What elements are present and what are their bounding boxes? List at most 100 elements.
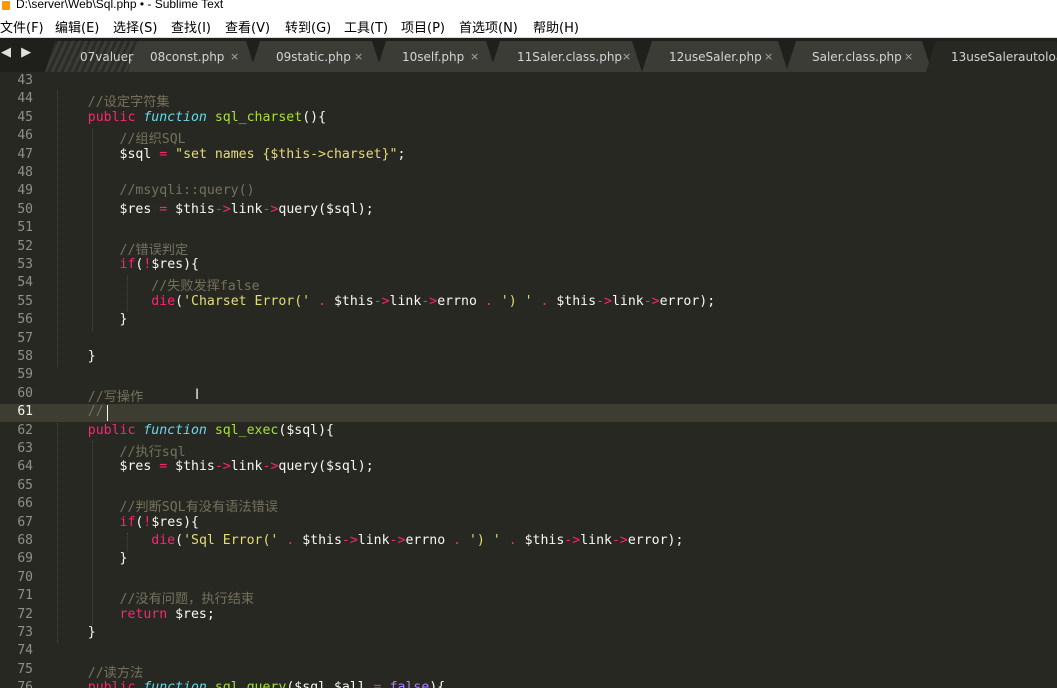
menu-goto[interactable]: 转到(G) <box>285 17 331 36</box>
code-line[interactable]: die('Sql Error(' . $this->link->errno . … <box>56 533 683 551</box>
line-number: 72 <box>17 606 33 622</box>
tab-10self[interactable]: 10self.php × <box>376 41 496 72</box>
code-line[interactable]: //读方法 <box>56 662 143 681</box>
menu-help[interactable]: 帮助(H) <box>533 17 579 36</box>
code-line[interactable]: //组织SQL <box>56 128 186 147</box>
code-token: public <box>87 109 136 125</box>
code-token: 'Sql Error(' <box>183 533 279 548</box>
tab-close-icon[interactable]: × <box>622 50 631 63</box>
tab-12usesaler[interactable]: 12useSaler.php × <box>642 41 788 72</box>
code-token: 'Charset Error(' <box>183 293 311 309</box>
code-token: = <box>373 680 382 688</box>
code-token: -> <box>421 293 438 309</box>
code-line[interactable]: //失败发挥false <box>56 275 259 294</box>
tab-09static[interactable]: 09static.php × <box>250 41 382 72</box>
code-line[interactable]: return $res; <box>56 607 215 625</box>
code-line[interactable]: //判断SQL有没有语法错误 <box>56 496 278 515</box>
tab-label: 13useSalerautoload <box>951 50 1056 64</box>
tab-label: 07valuep <box>80 50 136 64</box>
code-editor[interactable]: 43 44 //设定字符集 45 public function sql_chars… <box>0 72 1057 688</box>
menu-file[interactable]: 文件(F) <box>0 17 44 36</box>
tab-label: 11Saler.class.php <box>517 50 623 64</box>
code-line[interactable]: public function sql_query($sql,$all = fa… <box>56 680 445 688</box>
code-line[interactable]: //没有问题，执行结束 <box>56 588 255 607</box>
menu-find[interactable]: 查找(I) <box>171 17 211 36</box>
code-token: $this <box>326 293 374 309</box>
line-number: 76 <box>17 680 33 688</box>
code-line[interactable]: //错误判定 <box>56 239 189 258</box>
line-number: 52 <box>17 238 33 254</box>
code-line[interactable]: } <box>56 625 96 643</box>
tab-scroll-arrows[interactable]: ◀ ▶ <box>1 45 34 60</box>
menu-tools[interactable]: 工具(T) <box>344 17 388 36</box>
tab-saler-class[interactable]: Saler.class.php × <box>786 41 932 72</box>
tab-08const[interactable]: 08const.php × <box>128 41 256 72</box>
sublime-app-icon <box>2 1 10 10</box>
tab-close-icon[interactable]: × <box>470 50 479 63</box>
code-line[interactable]: public function sql_charset(){ <box>56 110 326 128</box>
code-token: . <box>508 533 517 548</box>
code-line[interactable]: $res = $this->link->query($sql); <box>56 459 374 477</box>
code-token: = <box>159 459 168 475</box>
code-line[interactable]: if(!$res){ <box>56 515 199 533</box>
code-token: -> <box>214 459 231 475</box>
code-token: $res <box>119 201 152 217</box>
code-token: errno <box>405 533 454 548</box>
menu-edit[interactable]: 编辑(E) <box>55 17 99 36</box>
line-number: 49 <box>17 183 33 199</box>
tab-close-icon[interactable]: × <box>354 50 363 63</box>
window-title: D:\server\Web\Sql.php • - Sublime Text <box>16 0 224 11</box>
code-line[interactable]: $sql = "set names {$this->charset}"; <box>56 146 406 165</box>
code-line[interactable]: } <box>56 349 96 367</box>
code-token: } <box>87 625 96 640</box>
code-line[interactable]: // <box>56 404 104 422</box>
menu-selection[interactable]: 选择(S) <box>113 17 157 36</box>
code-token: ( <box>175 293 184 309</box>
line-number: 69 <box>17 551 33 567</box>
tab-13usesalerautoload[interactable]: 13useSalerautoload <box>926 41 1057 72</box>
line-number: 56 <box>17 312 33 328</box>
code-line[interactable]: //设定字符集 <box>56 91 170 110</box>
code-line[interactable]: die('Charset Error(' . $this->link->errn… <box>56 294 715 312</box>
menu-view[interactable]: 查看(V) <box>225 17 270 36</box>
tab-close-icon[interactable]: × <box>230 50 239 63</box>
code-token: } <box>119 551 128 567</box>
code-line[interactable]: public function sql_exec($sql){ <box>56 423 334 441</box>
code-line[interactable]: $res = $this->link->query($sql); <box>56 202 374 220</box>
code-comment: //执行sql <box>119 445 186 460</box>
code-token: if <box>119 514 136 530</box>
code-line[interactable]: if(!$res){ <box>56 257 199 275</box>
code-line[interactable]: //执行sql <box>56 441 186 460</box>
code-token: $this <box>167 459 215 475</box>
line-number: 54 <box>17 275 33 291</box>
code-line[interactable]: //msyqli::query() <box>56 183 255 201</box>
menu-preferences[interactable]: 首选项(N) <box>459 17 518 36</box>
code-comment: //错误判定 <box>119 242 189 258</box>
code-token: -> <box>373 293 390 309</box>
code-token: error); <box>659 293 716 309</box>
code-token: $this <box>294 533 342 548</box>
tab-close-icon[interactable]: × <box>764 50 773 63</box>
code-token: $this <box>167 201 215 217</box>
code-line[interactable]: //写操作 <box>56 386 143 405</box>
code-token: link <box>230 201 263 217</box>
menu-project[interactable]: 项目(P) <box>401 17 445 36</box>
tab-close-icon[interactable]: × <box>904 50 913 63</box>
line-number: 45 <box>17 109 33 125</box>
line-number: 60 <box>17 385 33 401</box>
code-token: "set names {$this->charset}" <box>175 146 398 162</box>
tab-11saler-class[interactable]: 11Saler.class.php × <box>490 41 642 72</box>
code-token: $res; <box>167 606 215 622</box>
